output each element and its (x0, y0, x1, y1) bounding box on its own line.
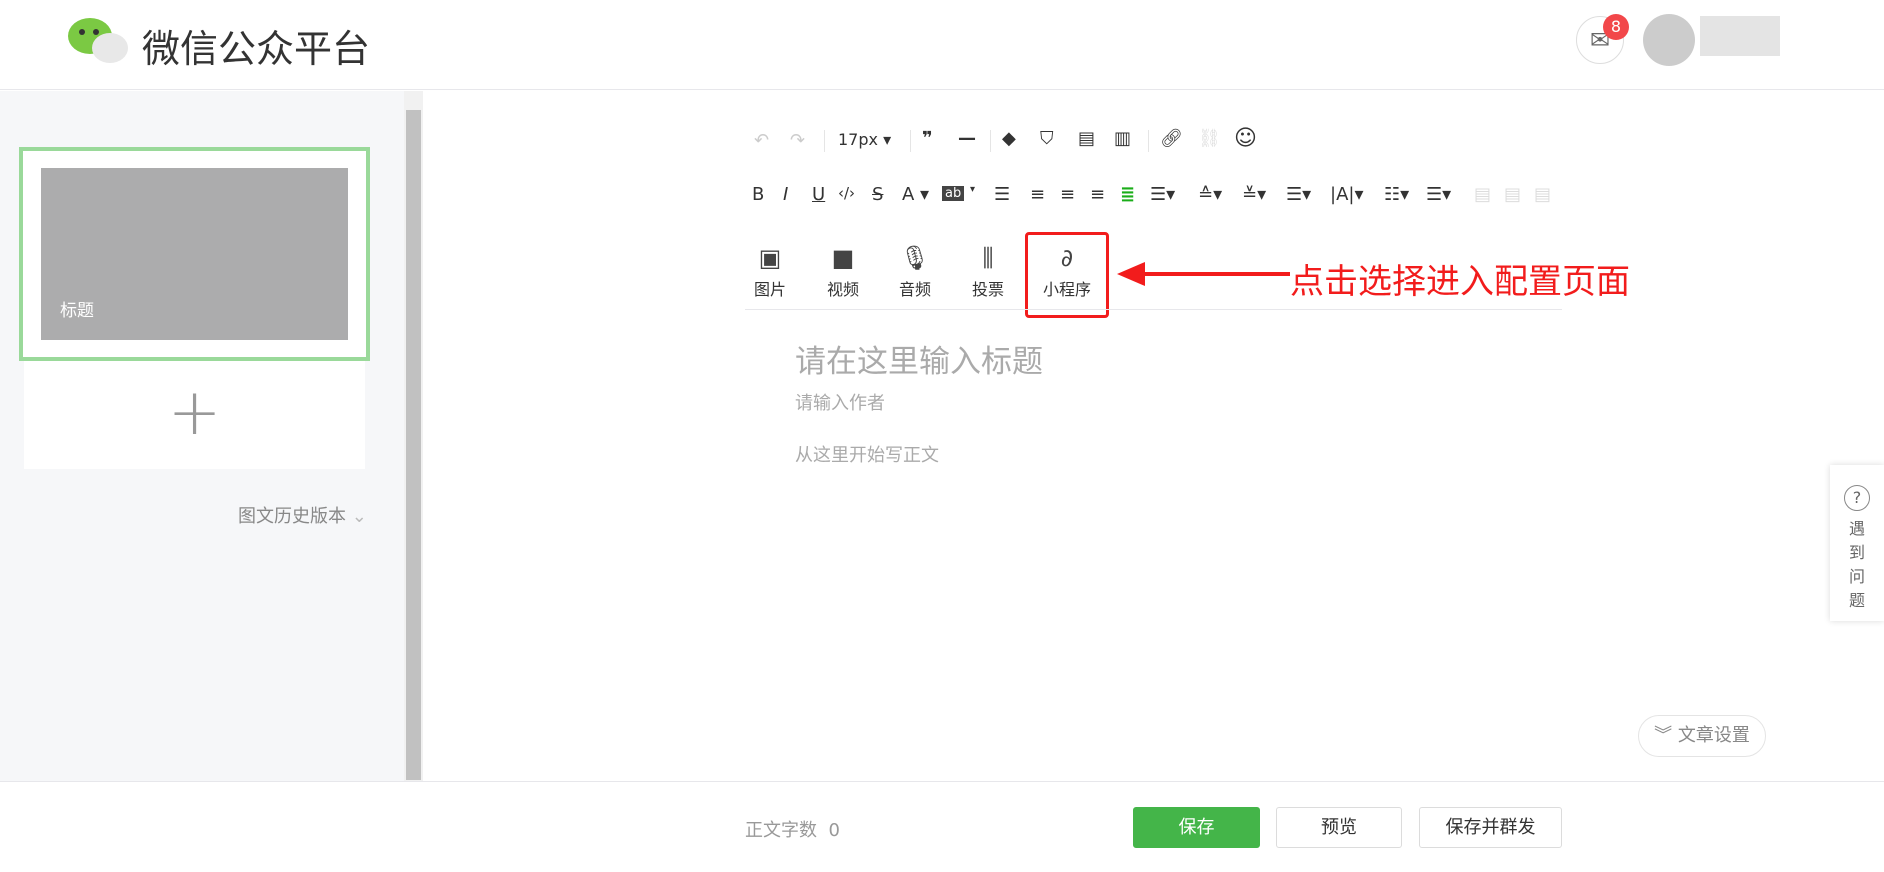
divider (745, 309, 1562, 310)
unlink-icon[interactable]: ⛓ (1198, 128, 1221, 149)
word-count: 正文字数 0 (745, 816, 840, 842)
author-input[interactable]: 请输入作者 (795, 389, 885, 415)
separator (824, 130, 825, 152)
insert-label: 图片 (753, 280, 786, 299)
insert-label: 音频 (898, 280, 931, 299)
float-icon[interactable]: ☰▾ (1150, 184, 1175, 205)
font-size-value: 17px (838, 130, 878, 149)
footer (0, 781, 1884, 872)
history-versions-link[interactable]: 图文历史版本 ⌄ (238, 502, 367, 528)
emoji-icon[interactable]: ☺ (1234, 126, 1257, 151)
history-label: 图文历史版本 (238, 506, 346, 527)
help-char: 题 (1848, 591, 1865, 610)
insert-image-button[interactable]: ▣ 图片 (740, 244, 800, 300)
add-article-button[interactable]: + (24, 361, 365, 469)
audio-icon: 🎙 (899, 244, 931, 272)
image-center-icon[interactable]: ▤ (1504, 184, 1521, 205)
word-count-value: 0 (828, 820, 840, 841)
ordered-list-icon[interactable]: ☷▾ (1384, 184, 1409, 205)
image-icon: ▣ (758, 244, 782, 272)
insert-vote-button[interactable]: ⫼ 投票 (958, 244, 1018, 300)
article-settings-button[interactable]: ︾ 文章设置 (1638, 715, 1766, 757)
blockquote-icon[interactable]: ❞ (922, 128, 933, 149)
chevron-down-icon: ⌄ (351, 506, 367, 527)
preview-button[interactable]: 预览 (1276, 807, 1402, 848)
article-card-title: 标题 (60, 301, 94, 321)
app-title: 微信公众平台 (142, 27, 371, 71)
save-button[interactable]: 保存 (1133, 807, 1260, 848)
spacing-before-icon[interactable]: ≙▾ (1198, 184, 1222, 205)
align-center-icon[interactable]: ≡ (1060, 184, 1075, 205)
title-input[interactable]: 请在这里输入标题 (795, 336, 1043, 381)
indent-icon[interactable]: ☰ (994, 184, 1010, 205)
body-editor[interactable]: 从这里开始写正文 (795, 441, 939, 467)
spacing-after-icon[interactable]: ≚▾ (1242, 184, 1266, 205)
separator (1148, 130, 1149, 152)
underline-icon[interactable]: U (812, 184, 825, 205)
double-chevron-icon: ︾ (1654, 725, 1673, 746)
bold-icon[interactable]: B (752, 184, 764, 205)
image-right-icon[interactable]: ▤ (1534, 184, 1551, 205)
help-widget[interactable]: ? 遇 到 问 题 (1830, 465, 1884, 621)
redo-icon[interactable]: ↷ (790, 130, 805, 151)
align-right-icon[interactable]: ≡ (1090, 184, 1105, 205)
template-icon[interactable]: ▥ (1114, 128, 1131, 149)
insert-template-icon[interactable]: ▤ (1078, 128, 1095, 149)
insert-label: 投票 (971, 280, 1004, 299)
align-left-icon[interactable]: ≡ (1030, 184, 1045, 205)
vote-icon: ⫼ (982, 244, 994, 272)
insert-label: 视频 (826, 280, 859, 299)
annotation-text: 点击选择进入配置页面 (1290, 262, 1630, 302)
highlight-box (1025, 232, 1109, 318)
help-char: 问 (1848, 567, 1865, 586)
insert-audio-button[interactable]: 🎙 音频 (885, 244, 945, 300)
separator (990, 130, 991, 152)
undo-icon[interactable]: ↶ (754, 130, 769, 151)
save-and-publish-button[interactable]: 保存并群发 (1419, 807, 1562, 848)
help-char: 到 (1848, 543, 1865, 562)
line-height-icon[interactable]: ☰▾ (1286, 184, 1311, 205)
help-char: 遇 (1848, 519, 1865, 538)
unordered-list-icon[interactable]: ☰▾ (1426, 184, 1451, 205)
question-icon: ? (1844, 485, 1870, 511)
avatar[interactable] (1643, 14, 1695, 66)
letter-spacing-icon[interactable]: |A|▾ (1330, 184, 1363, 205)
settings-label: 文章设置 (1677, 725, 1750, 746)
mail-badge: 8 (1603, 14, 1629, 40)
eraser-icon[interactable]: ◆ (1002, 128, 1016, 149)
arrow-line (1140, 272, 1290, 276)
code-icon[interactable]: ‹/› (838, 184, 855, 202)
align-justify-icon[interactable]: ≣ (1120, 184, 1135, 205)
dropdown-icon[interactable]: ▾ (970, 184, 975, 195)
background-color-icon[interactable]: ab (942, 186, 965, 201)
image-left-icon[interactable]: ▤ (1474, 184, 1491, 205)
strikethrough-icon[interactable]: S (872, 184, 883, 205)
header: 微信公众平台 ✉ 8 (0, 0, 1884, 90)
font-color-icon[interactable]: A ▾ (902, 184, 929, 205)
scrollbar-thumb[interactable] (406, 110, 421, 780)
italic-icon[interactable]: I (783, 184, 788, 205)
format-brush-icon[interactable]: ⛉ (1040, 128, 1054, 149)
link-icon[interactable]: 🔗︎ (1160, 128, 1183, 149)
wechat-logo-icon (68, 18, 128, 63)
font-size-select[interactable]: 17px ▾ (838, 130, 891, 149)
video-icon: ■ (831, 244, 855, 272)
separator (910, 130, 911, 152)
horizontal-rule-icon[interactable]: — (958, 128, 976, 149)
insert-video-button[interactable]: ■ 视频 (813, 244, 873, 300)
word-count-label: 正文字数 (745, 820, 817, 841)
username-blurred (1700, 16, 1780, 56)
